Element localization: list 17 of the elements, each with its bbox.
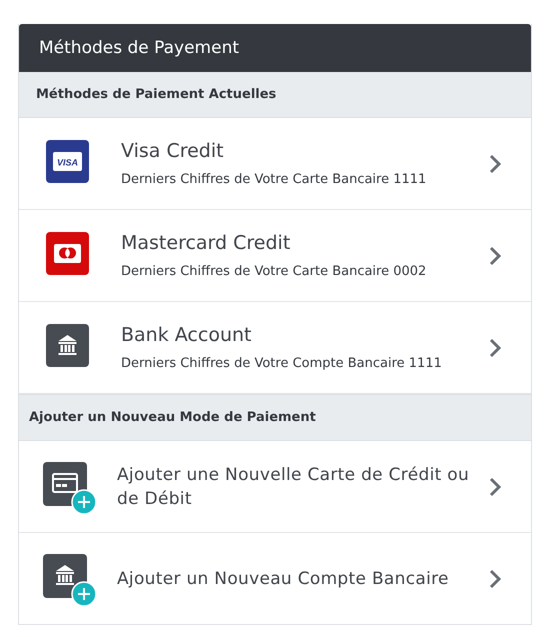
method-subtitle: Derniers Chiffres de Votre Carte Bancaire 0002 xyxy=(121,264,428,279)
visa-logo-text: VISA xyxy=(57,157,78,167)
section-header: Méthodes de Paiement Actuelles xyxy=(19,72,531,118)
section-header: Ajouter un Nouveau Mode de Paiement xyxy=(19,394,531,441)
add-method-label: Ajouter une Nouvelle Carte de Crédit ou de Débit xyxy=(117,464,470,510)
chevron-right-icon xyxy=(489,568,501,588)
method-subtitle: Derniers Chiffres de Votre Compte Bancaire 1111 xyxy=(121,356,443,371)
method-subtitle: Derniers Chiffres de Votre Carte Bancaire 1111 xyxy=(121,172,428,187)
add-method-label: Ajouter un Nouveau Compte Bancaire xyxy=(117,568,450,590)
chevron-right-icon xyxy=(489,246,501,266)
panel-title: Méthodes de Payement xyxy=(19,24,531,72)
method-title: Mastercard Credit xyxy=(121,232,292,254)
method-title: Visa Credit xyxy=(121,140,225,162)
method-title: Bank Account xyxy=(121,324,252,346)
chevron-right-icon xyxy=(489,476,501,496)
chevron-right-icon xyxy=(489,338,501,358)
chevron-right-icon xyxy=(489,154,501,174)
